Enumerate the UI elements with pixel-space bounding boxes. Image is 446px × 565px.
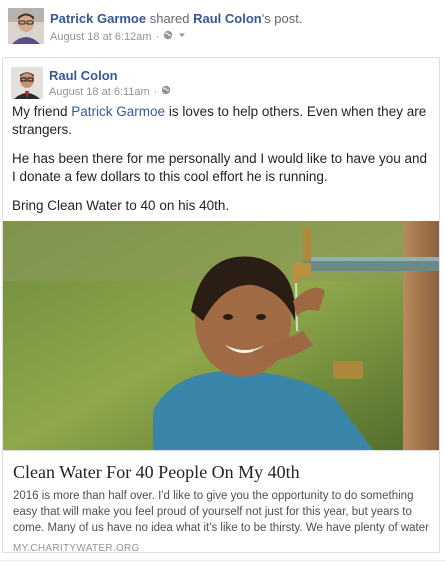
- link-preview-box[interactable]: Clean Water For 40 People On My 40th 201…: [3, 450, 439, 554]
- divider: [0, 560, 446, 561]
- sharer-avatar-image: [8, 8, 44, 44]
- separator-dot: ·: [153, 85, 158, 98]
- share-header: Patrick Garmoe shared Raul Colon's post.…: [8, 8, 438, 48]
- post-meta: August 18 at 6:11am ·: [49, 85, 171, 98]
- author-avatar-image: [11, 67, 43, 99]
- shared-text: shared: [146, 11, 194, 26]
- share-meta: August 18 at 6:12am ·: [50, 30, 187, 43]
- mention-link[interactable]: Patrick Garmoe: [71, 104, 165, 119]
- author-avatar[interactable]: [11, 67, 43, 99]
- girl-drinking-water-photo: [3, 221, 439, 450]
- post-paragraph-1: My friend Patrick Garmoe is loves to hel…: [12, 104, 427, 137]
- shared-post-card: Raul Colon August 18 at 6:11am · My frie…: [2, 57, 440, 554]
- sharer-avatar[interactable]: [8, 8, 44, 44]
- original-author-link[interactable]: Raul Colon: [193, 11, 262, 26]
- share-headline: Patrick Garmoe shared Raul Colon's post.: [50, 11, 302, 26]
- globe-icon[interactable]: [161, 85, 171, 98]
- separator-dot: ·: [155, 30, 160, 43]
- sharer-name-link[interactable]: Patrick Garmoe: [50, 11, 146, 26]
- link-title[interactable]: Clean Water For 40 People On My 40th: [13, 461, 429, 483]
- globe-icon[interactable]: [163, 30, 173, 43]
- chevron-down-icon[interactable]: [177, 30, 187, 43]
- shared-suffix: 's post.: [261, 11, 303, 26]
- link-description: 2016 is more than half over. I'd like to…: [13, 490, 429, 534]
- post-paragraph-3: Bring Clean Water to 40 on his 40th.: [12, 198, 230, 213]
- link-domain: MY.CHARITYWATER.ORG: [13, 543, 140, 554]
- post-timestamp[interactable]: August 18 at 6:11am: [49, 86, 150, 98]
- author-name-link[interactable]: Raul Colon: [49, 68, 118, 83]
- share-timestamp[interactable]: August 18 at 6:12am: [50, 31, 152, 43]
- post-body: My friend Patrick Garmoe is loves to hel…: [12, 103, 432, 226]
- link-preview-image[interactable]: [3, 221, 439, 450]
- post-paragraph-2: He has been there for me personally and …: [12, 151, 428, 184]
